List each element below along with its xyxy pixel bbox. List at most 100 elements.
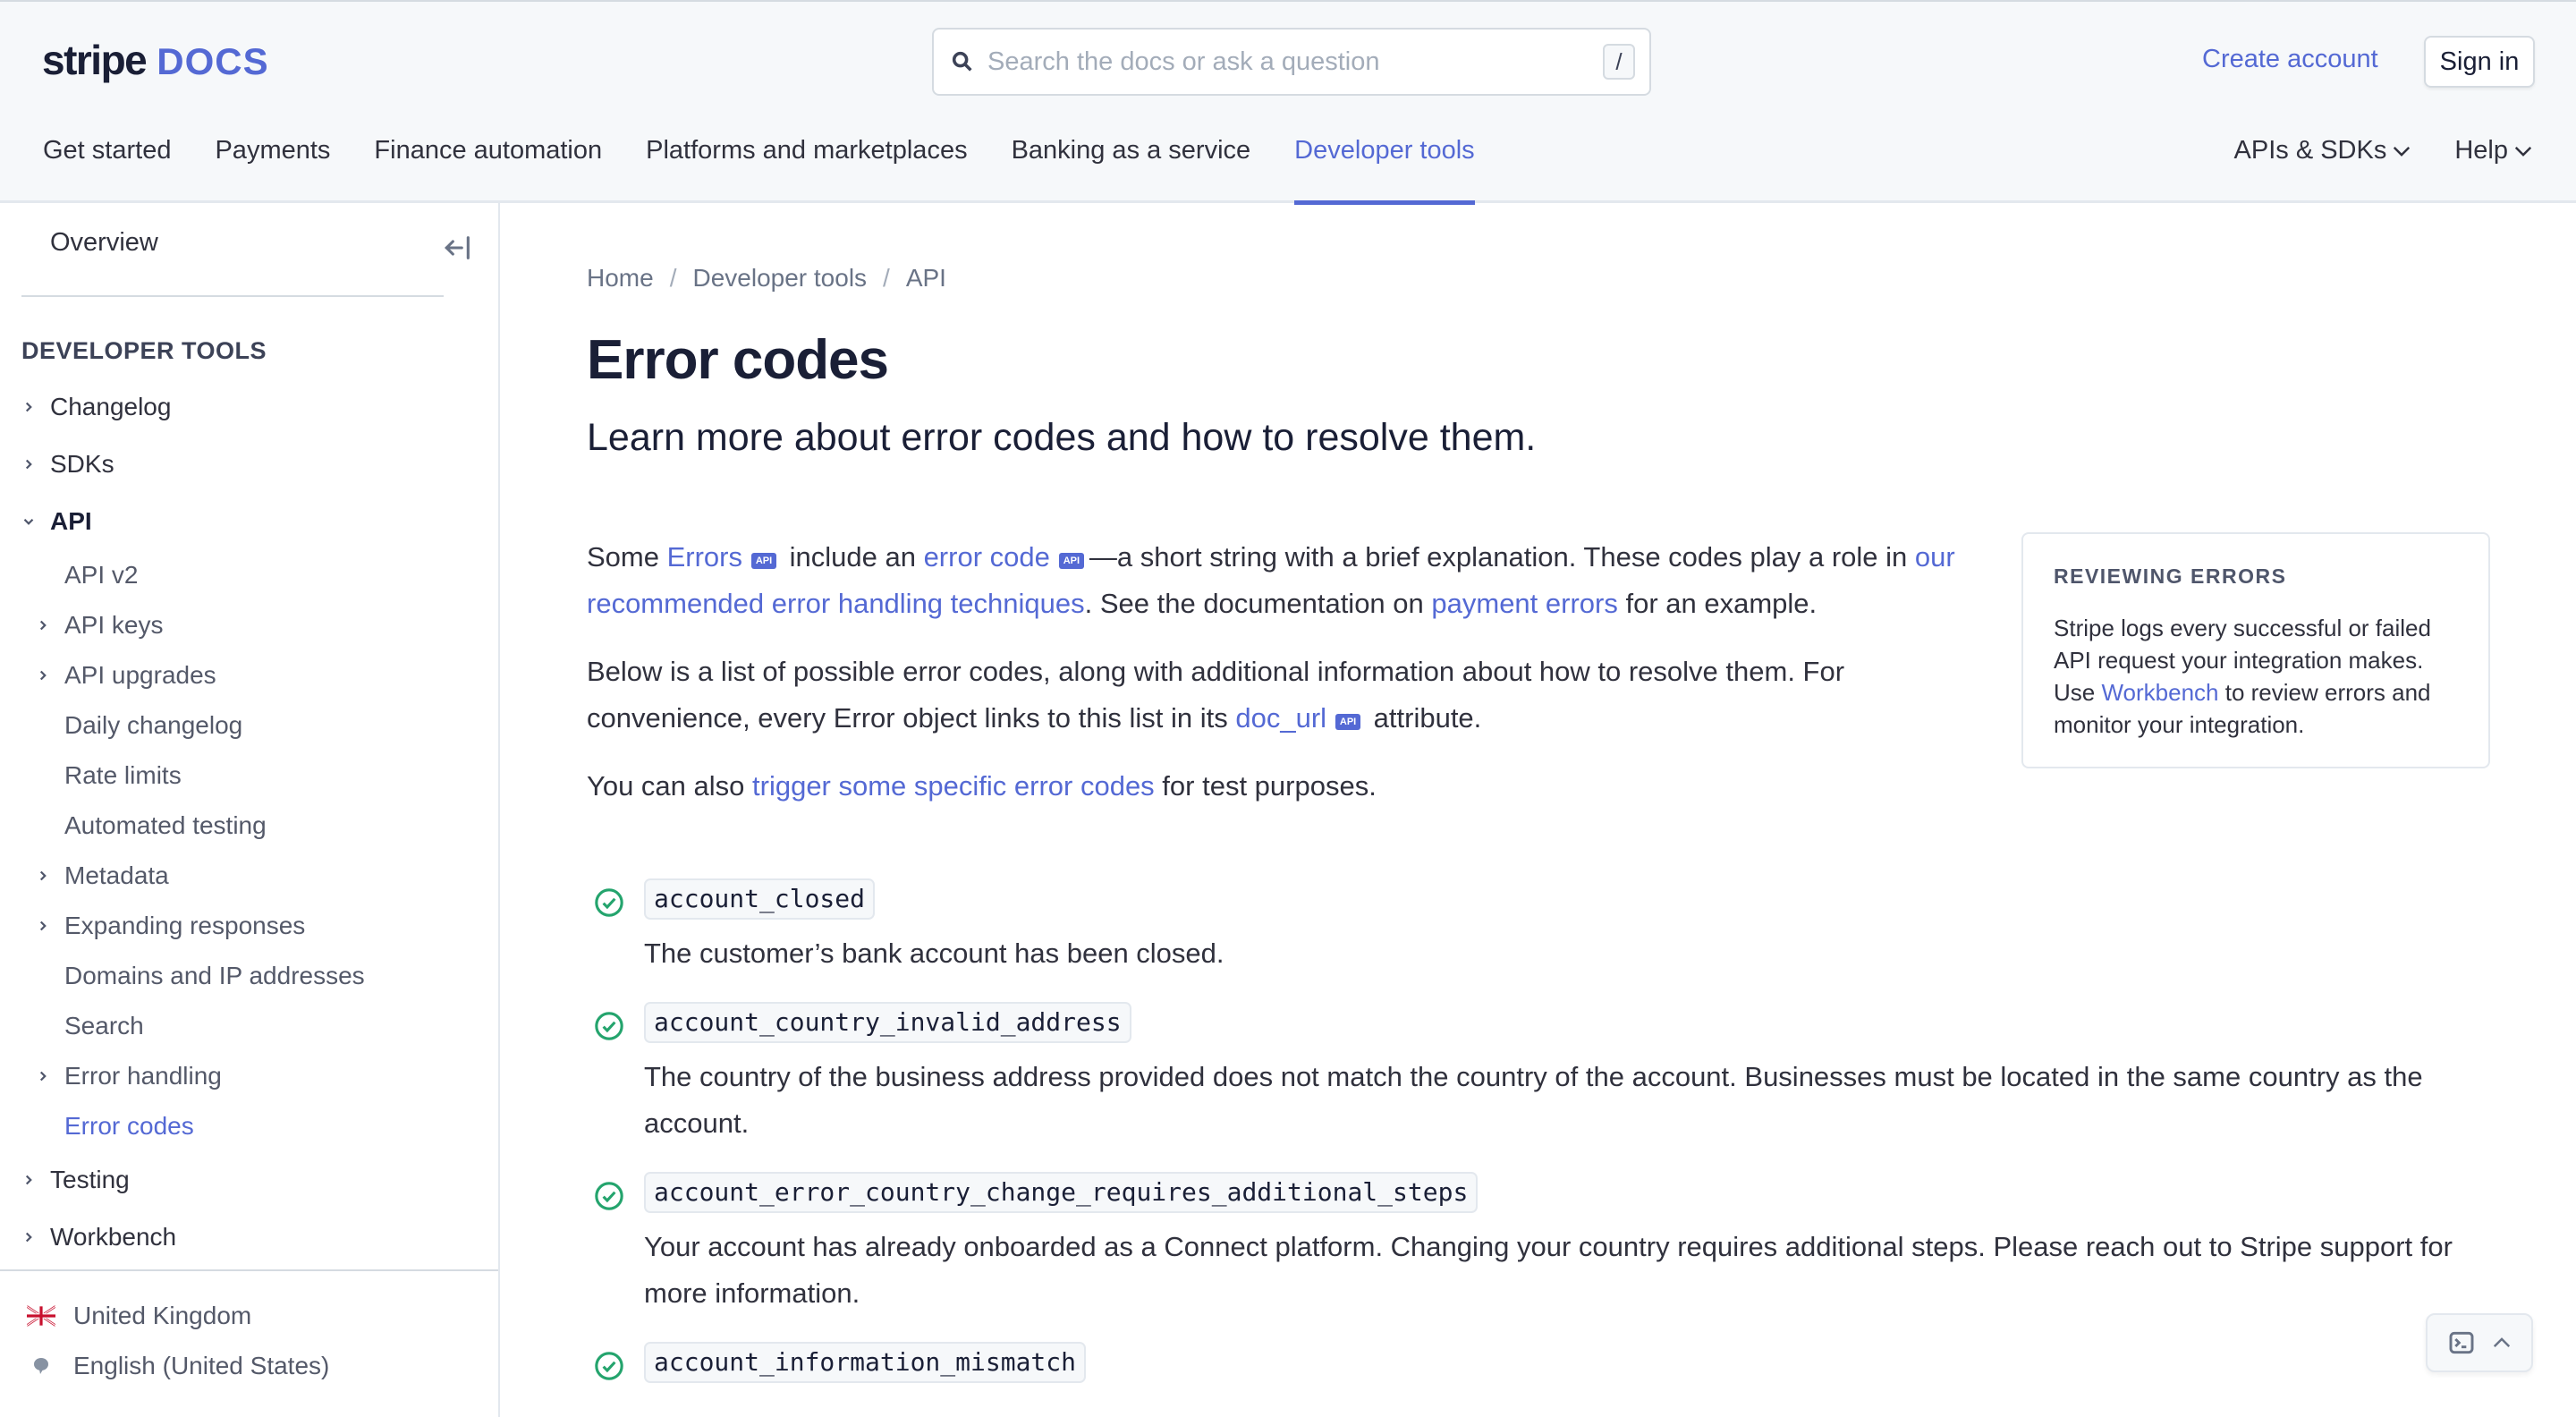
nav-payments[interactable]: Payments	[215, 116, 330, 185]
error-code-item: account_closed The customer’s bank accoun…	[587, 878, 2492, 977]
sidebar-item-label: SDKs	[50, 450, 114, 478]
logo-wordmark: stripe	[42, 37, 148, 83]
top-header: stripe DOCS / Create account Sign in Get…	[0, 0, 2576, 205]
breadcrumb-separator: /	[883, 264, 890, 292]
text: for test purposes.	[1154, 770, 1377, 802]
sidebar-item-error-codes[interactable]: Error codes	[0, 1101, 497, 1151]
search-input[interactable]	[987, 47, 1603, 77]
sidebar-item-domains-and-ip-addresses[interactable]: Domains and IP addresses	[0, 951, 497, 1001]
doc-url-link[interactable]: doc_url	[1235, 702, 1326, 734]
nav-platforms-and-marketplaces[interactable]: Platforms and marketplaces	[646, 116, 967, 185]
sidebar-item-workbench[interactable]: Workbench	[0, 1209, 497, 1266]
breadcrumb-developer-tools[interactable]: Developer tools	[692, 264, 867, 293]
chevron-down-icon[interactable]	[21, 513, 37, 530]
check-circle-icon	[595, 888, 623, 917]
chevron-right-icon[interactable]	[21, 1229, 37, 1245]
chevron-down-icon	[2514, 146, 2532, 157]
language-label: English (United States)	[73, 1352, 330, 1379]
sidebar-item-testing[interactable]: Testing	[0, 1151, 497, 1209]
sidebar-tree: Changelog SDKs API API v2 API keys API upgrad…	[0, 378, 497, 1266]
sidebar-item-automated-testing[interactable]: Automated testing	[0, 801, 497, 851]
chevron-up-icon	[2493, 1337, 2511, 1348]
apis-sdks-dropdown[interactable]: APIs & SDKs	[2234, 116, 2412, 185]
intro-paragraph-2: Below is a list of possible error codes,…	[587, 649, 2009, 742]
text: Below is a list of possible error codes,…	[587, 656, 1845, 734]
sidebar-section-title: DEVELOPER TOOLS	[21, 337, 267, 364]
nav-finance-automation[interactable]: Finance automation	[374, 116, 602, 185]
collapse-sidebar-icon	[445, 236, 470, 259]
error-code-item: account_error_country_change_requires_ad…	[587, 1172, 2492, 1317]
search-box[interactable]: /	[932, 28, 1651, 96]
logo-product: DOCS	[157, 40, 269, 82]
sidebar-item-error-handling[interactable]: Error handling	[0, 1051, 497, 1101]
error-code-name: account_closed	[644, 878, 876, 920]
breadcrumb-api[interactable]: API	[906, 264, 946, 293]
api-badge-icon: API	[1058, 553, 1084, 569]
sidebar-item-search[interactable]: Search	[0, 1001, 497, 1051]
sidebar: Overview DEVELOPER TOOLS Changelog SDKs AP…	[0, 203, 500, 1417]
sign-in-button[interactable]: Sign in	[2424, 36, 2535, 88]
api-badge-icon: API	[751, 553, 776, 569]
sidebar-item-label: API keys	[64, 611, 164, 639]
intro-paragraph-3: You can also trigger some specific error…	[587, 763, 2009, 810]
chevron-right-icon[interactable]	[35, 918, 51, 934]
trigger-error-codes-link[interactable]: trigger some specific error codes	[752, 770, 1155, 802]
text: for an example.	[1617, 588, 1818, 619]
card-body: Stripe logs every successful or failed A…	[2054, 612, 2458, 741]
sidebar-item-label: Changelog	[50, 393, 172, 420]
collapse-sidebar-button[interactable]	[440, 230, 476, 266]
sidebar-overview-link[interactable]: Overview	[50, 228, 158, 258]
breadcrumb: Home / Developer tools / API	[587, 264, 946, 293]
uk-flag-icon	[27, 1305, 55, 1327]
sidebar-item-label: Search	[64, 1012, 144, 1039]
sidebar-footer: United Kingdom English (United States)	[0, 1269, 498, 1417]
sidebar-item-api[interactable]: API	[0, 493, 497, 550]
chevron-right-icon[interactable]	[35, 617, 51, 633]
chevron-right-icon[interactable]	[21, 399, 37, 415]
sidebar-item-api-v2[interactable]: API v2	[0, 550, 497, 600]
text: You can also	[587, 770, 753, 802]
text: . See the documentation on	[1084, 588, 1432, 619]
sidebar-item-rate-limits[interactable]: Rate limits	[0, 751, 497, 801]
intro-section: Some Errors API include an error code API —…	[587, 534, 2009, 831]
nav-banking-as-a-service[interactable]: Banking as a service	[1012, 116, 1251, 185]
text: attribute.	[1366, 702, 1482, 734]
chevron-right-icon[interactable]	[35, 868, 51, 884]
sidebar-item-expanding-responses[interactable]: Expanding responses	[0, 901, 497, 951]
chevron-right-icon[interactable]	[21, 1172, 37, 1188]
sidebar-item-sdks[interactable]: SDKs	[0, 436, 497, 493]
language-selector[interactable]: English (United States)	[27, 1352, 329, 1380]
breadcrumb-home[interactable]: Home	[587, 264, 654, 293]
country-selector[interactable]: United Kingdom	[27, 1302, 251, 1330]
sidebar-item-metadata[interactable]: Metadata	[0, 851, 497, 901]
apis-sdks-label: APIs & SDKs	[2233, 136, 2387, 165]
error-code-description: The customer’s bank account has been clo…	[644, 938, 1224, 969]
sidebar-item-api-upgrades[interactable]: API upgrades	[0, 650, 497, 700]
secondary-nav: APIs & SDKs Help	[2234, 136, 2533, 205]
error-code-link[interactable]: error code	[924, 541, 1050, 573]
workbench-link[interactable]: Workbench	[2101, 679, 2218, 706]
sidebar-item-changelog[interactable]: Changelog	[0, 378, 497, 436]
help-dropdown[interactable]: Help	[2454, 116, 2533, 185]
errors-link[interactable]: Errors	[667, 541, 742, 573]
sidebar-item-daily-changelog[interactable]: Daily changelog	[0, 700, 497, 751]
card-title: REVIEWING ERRORS	[2054, 564, 2287, 588]
sidebar-item-label: Daily changelog	[64, 711, 243, 739]
nav-developer-tools[interactable]: Developer tools	[1294, 116, 1475, 205]
payment-errors-link[interactable]: payment errors	[1431, 588, 1617, 619]
sidebar-item-label: Automated testing	[64, 811, 267, 839]
create-account-link[interactable]: Create account	[2202, 45, 2378, 74]
chevron-right-icon[interactable]	[21, 456, 37, 472]
chevron-right-icon[interactable]	[35, 667, 51, 683]
nav-get-started[interactable]: Get started	[43, 116, 171, 185]
search-shortcut-key: /	[1603, 44, 1635, 80]
stripe-docs-logo[interactable]: stripe DOCS	[42, 36, 269, 86]
sidebar-item-label: Error handling	[64, 1062, 222, 1090]
chevron-right-icon[interactable]	[35, 1068, 51, 1084]
check-circle-icon	[595, 1352, 623, 1380]
sidebar-item-label: Rate limits	[64, 761, 182, 789]
developer-shell-button[interactable]	[2426, 1313, 2533, 1372]
error-code-item: account_country_invalid_address The count…	[587, 1002, 2492, 1147]
sidebar-item-api-keys[interactable]: API keys	[0, 600, 497, 650]
sidebar-item-label: Metadata	[64, 861, 169, 889]
